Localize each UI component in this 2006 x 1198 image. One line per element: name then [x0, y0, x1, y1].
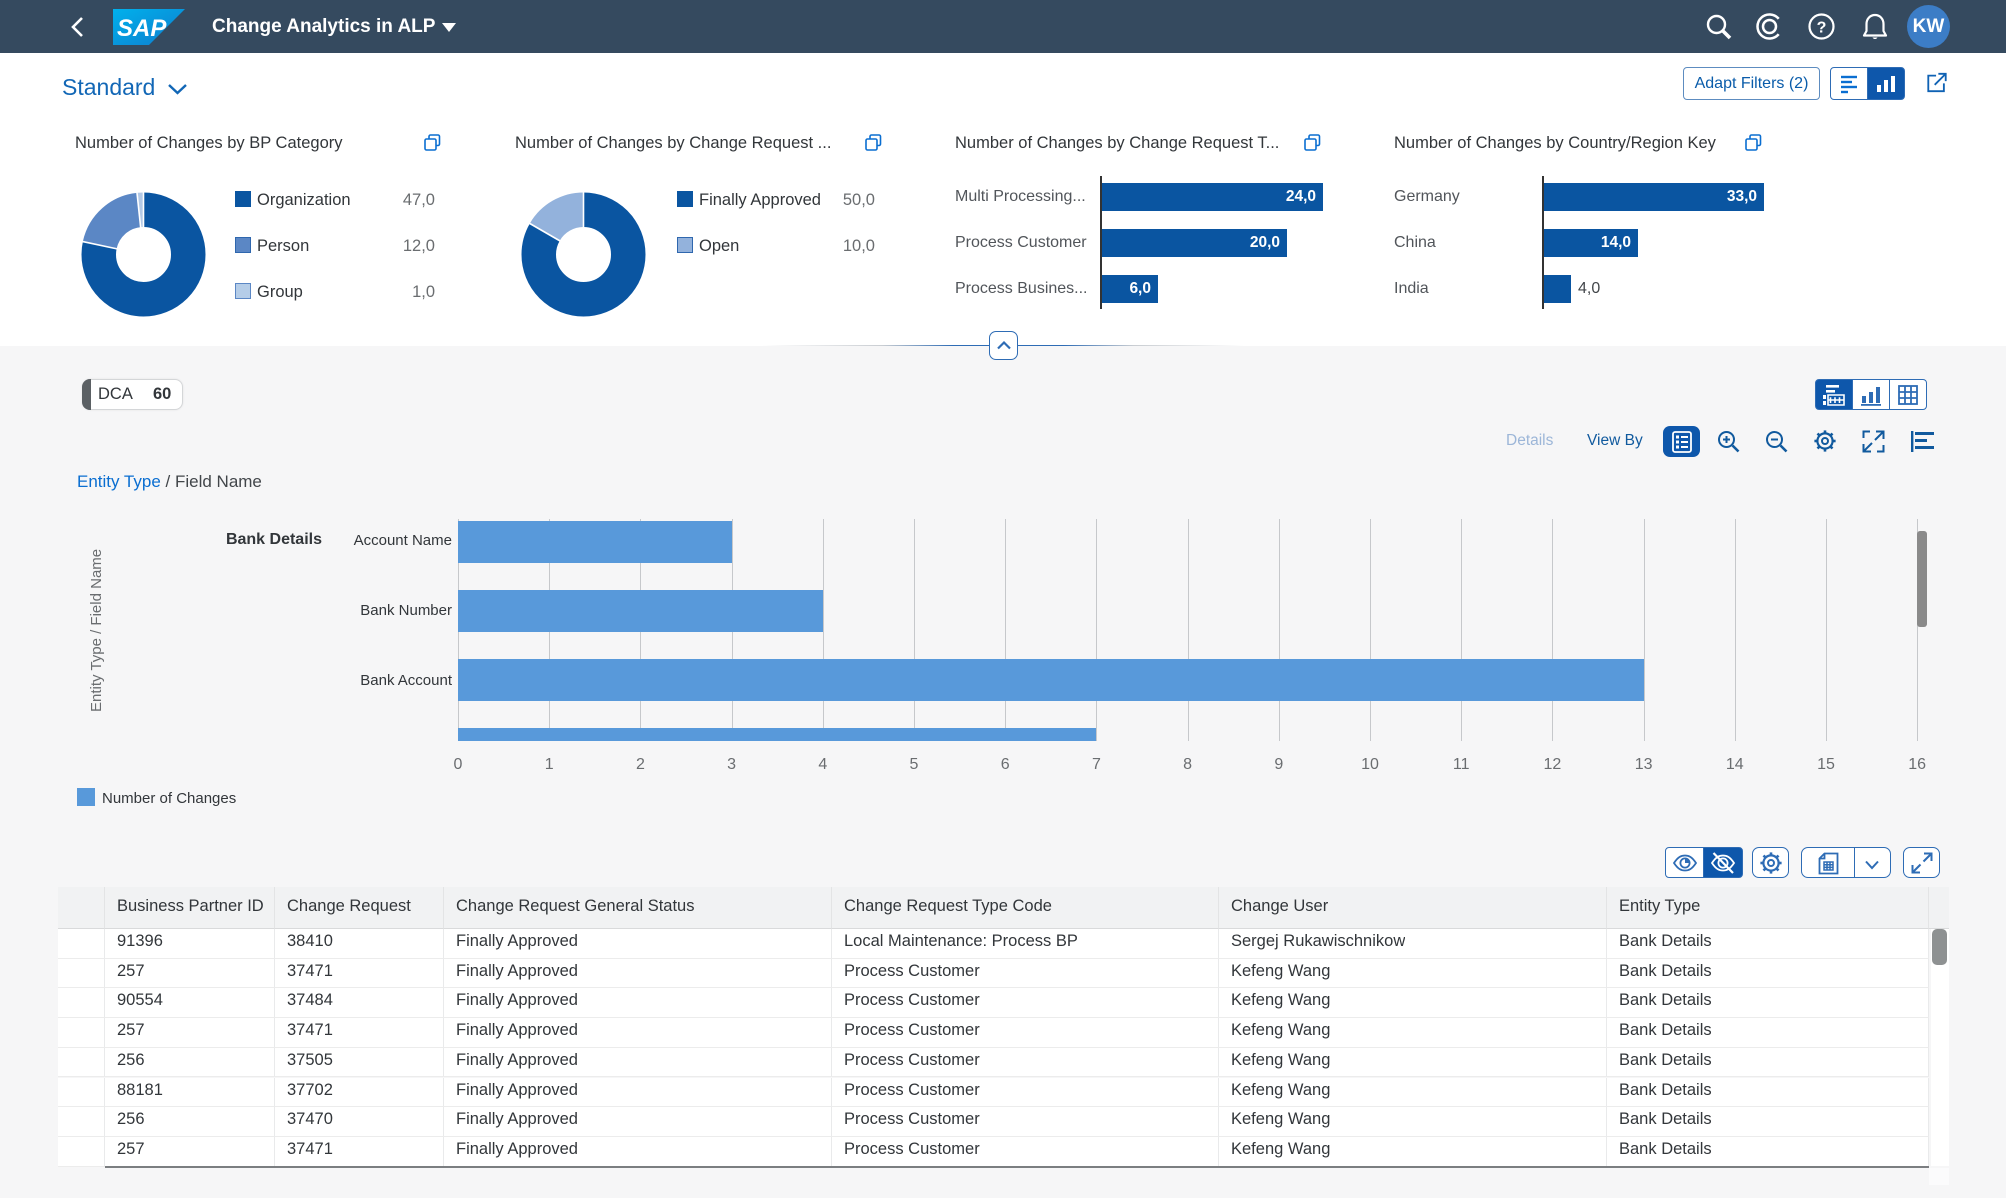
svg-text:?: ?	[1817, 20, 1827, 37]
svg-text:SAP: SAP	[117, 15, 167, 42]
